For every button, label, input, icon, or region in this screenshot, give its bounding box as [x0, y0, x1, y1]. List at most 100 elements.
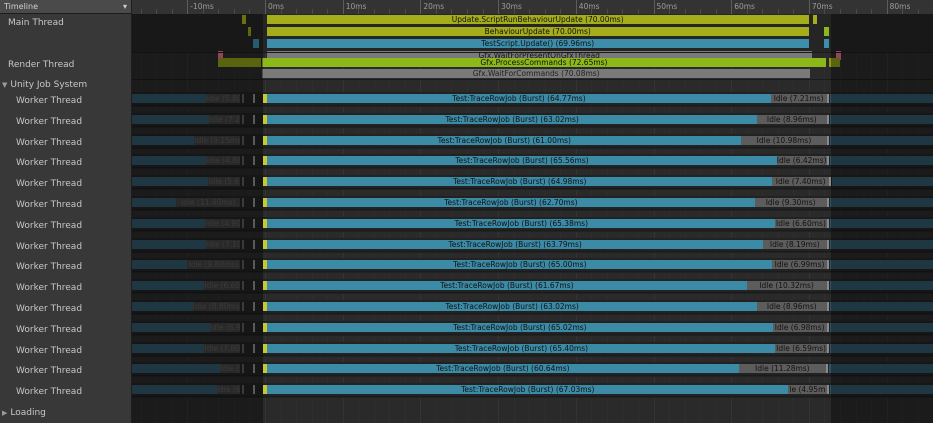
thread-label-worker[interactable]: Worker Thread [0, 346, 148, 356]
ruler-tick: 80ms [886, 0, 910, 14]
render-thread-sample[interactable]: Gfx.WaitForCommands (70.08ms) [261, 69, 811, 78]
idle-sample[interactable]: Idle (10.98ms) [741, 135, 827, 145]
job-sample-tracerowjob[interactable]: Test:TraceRowJob (Burst) (67.03ms) [267, 385, 789, 395]
ruler-tick: 30ms [498, 0, 522, 14]
timeline-sidebar: Timeline ▾ Main Thread Render Thread ▼ Unit… [0, 0, 132, 423]
ruler-tick-label: 70ms [811, 2, 833, 11]
job-sample-tracerowjob[interactable]: Test:TraceRowJob (Burst) (63.02ms) [267, 302, 757, 311]
collapse-triangle-icon[interactable]: ▶ [2, 409, 7, 417]
main-thread-sample[interactable]: TestScript.Update() (69.96ms) [266, 39, 809, 48]
job-sample-tracerowjob[interactable]: Test:TraceRowJob (Burst) (60.64ms) [267, 364, 739, 374]
job-sample-tracerowjob[interactable]: Test:TraceRowJob (Burst) (63.79ms) [267, 239, 763, 249]
group-unity-job-system[interactable]: ▼ Unity Job System [0, 80, 132, 90]
thread-label-worker[interactable]: Worker Thread [0, 138, 148, 148]
idle-sample[interactable]: Idle (10.32ms) [746, 281, 827, 291]
thread-label-render[interactable]: Render Thread [0, 60, 140, 70]
sample-marker[interactable] [812, 15, 817, 24]
sample-marker[interactable] [826, 281, 829, 291]
idle-sample[interactable]: Idle (6.59ms) [775, 343, 827, 353]
ruler-tick-label: 30ms [501, 2, 522, 11]
idle-sample[interactable]: Idle (6.42ms) [776, 156, 827, 166]
job-sample-tracerowjob[interactable]: Test:TraceRowJob (Burst) (61.00ms) [267, 135, 742, 145]
job-sample-tracerowjob[interactable]: Test:TraceRowJob (Burst) (64.77ms) [267, 94, 771, 103]
group-label: Unity Job System [10, 80, 88, 90]
job-sample-tracerowjob[interactable]: Test:TraceRowJob (Burst) (62.70ms) [267, 198, 755, 207]
time-ruler[interactable]: -10ms 0ms 10ms 20ms 30ms 40ms 50ms 60ms 70ms 80ms [132, 0, 933, 15]
ruler-tick-label: 40ms [578, 2, 600, 11]
sample-marker[interactable] [826, 218, 829, 228]
idle-sample[interactable]: Idle (6.99ms) [772, 260, 827, 270]
idle-sample[interactable]: Idle (7.21ms) [770, 94, 827, 103]
timeline-header-label: Timeline [4, 2, 39, 11]
idle-sample[interactable]: Idle (11.28ms) [738, 364, 827, 374]
thread-label-main[interactable]: Main Thread [0, 18, 140, 28]
sample-marker[interactable] [826, 364, 829, 374]
ruler-tick-label: 80ms [889, 2, 911, 11]
sample-marker[interactable] [826, 385, 829, 395]
idle-sample[interactable]: Idle (8.96ms) [756, 114, 827, 124]
ruler-tick-label: 10ms [345, 2, 367, 11]
sample-marker[interactable] [824, 39, 830, 48]
thread-label-worker[interactable]: Worker Thread [0, 262, 148, 272]
thread-label-worker[interactable]: Worker Thread [0, 117, 148, 127]
ruler-tick: 0ms [265, 0, 284, 14]
thread-label-worker[interactable]: Worker Thread [0, 304, 148, 314]
sample-marker[interactable] [826, 343, 829, 353]
sample-marker[interactable] [826, 302, 829, 311]
sample-marker[interactable] [826, 94, 829, 103]
main-thread-sample[interactable]: BehaviourUpdate (70.00ms) [266, 27, 809, 36]
thread-label-worker[interactable]: Worker Thread [0, 179, 148, 189]
sample-marker[interactable] [824, 27, 830, 36]
render-thread-sample[interactable]: Gfx.ProcessCommands (72.65ms) [261, 58, 826, 67]
idle-sample[interactable]: Idle (6.60ms) [775, 218, 827, 228]
thread-label-worker[interactable]: Worker Thread [0, 200, 148, 210]
ruler-tick: 70ms [808, 0, 833, 14]
thread-label-worker[interactable]: Worker Thread [0, 283, 148, 293]
ruler-tick: 50ms [653, 0, 677, 14]
group-loading[interactable]: ▶ Loading [0, 408, 132, 418]
ruler-tick: -10ms [187, 0, 214, 14]
ruler-tick-label: 0ms [268, 2, 284, 11]
thread-label-worker[interactable]: Worker Thread [0, 221, 148, 231]
sample-marker[interactable] [826, 114, 829, 124]
job-sample-tracerowjob[interactable]: Test:TraceRowJob (Burst) (65.38ms) [267, 218, 776, 228]
ruler-tick-label: 60ms [734, 2, 755, 11]
sample-marker[interactable] [826, 135, 829, 145]
thread-label-worker[interactable]: Worker Thread [0, 387, 148, 397]
thread-label-worker[interactable]: Worker Thread [0, 325, 148, 335]
thread-label-worker[interactable]: Worker Thread [0, 366, 148, 376]
sample-marker[interactable] [826, 198, 829, 207]
job-sample-tracerowjob[interactable]: Test:TraceRowJob (Burst) (65.02ms) [267, 322, 773, 332]
job-sample-tracerowjob[interactable]: Test:TraceRowJob (Burst) (65.00ms) [267, 260, 773, 270]
timeline-header[interactable]: Timeline ▾ [0, 0, 131, 14]
out-of-frame-shade [132, 14, 263, 423]
idle-sample[interactable]: Idle (9.30ms) [754, 198, 827, 207]
idle-sample[interactable]: Idle (8.19ms) [762, 239, 827, 249]
main-thread-sample[interactable]: Update.ScriptRunBehaviourUpdate (70.00ms… [266, 15, 809, 24]
sample-marker[interactable] [826, 239, 829, 249]
ruler-tick: 20ms [420, 0, 444, 14]
job-sample-tracerowjob[interactable]: Test:TraceRowJob (Burst) (64.98ms) [267, 177, 773, 187]
expand-triangle-icon[interactable]: ▼ [2, 81, 7, 89]
dropdown-arrow-icon[interactable]: ▾ [123, 2, 127, 11]
job-sample-tracerowjob[interactable]: Test:TraceRowJob (Burst) (63.02ms) [267, 114, 757, 124]
ruler-tick: 60ms [731, 0, 755, 14]
job-sample-tracerowjob[interactable]: Test:TraceRowJob (Burst) (65.40ms) [267, 343, 776, 353]
job-sample-tracerowjob[interactable]: Test:TraceRowJob (Burst) (61.67ms) [267, 281, 747, 291]
idle-sample[interactable]: Idle (8.96ms) [756, 302, 827, 311]
ruler-tick-label: 50ms [656, 2, 678, 11]
ruler-tick: 40ms [575, 0, 600, 14]
sample-marker[interactable] [826, 260, 829, 270]
idle-sample[interactable]: le (4.95m [788, 385, 827, 395]
thread-label-worker[interactable]: Worker Thread [0, 242, 148, 252]
sample-marker[interactable] [826, 156, 829, 166]
idle-sample[interactable]: Idle (7.40ms) [772, 177, 830, 187]
group-label: Loading [10, 408, 46, 418]
thread-label-worker[interactable]: Worker Thread [0, 158, 148, 168]
job-sample-tracerowjob[interactable]: Test:TraceRowJob (Burst) (65.56ms) [267, 156, 777, 166]
sample-marker[interactable] [826, 322, 829, 332]
ruler-tick-label: 20ms [423, 2, 445, 11]
idle-sample[interactable]: Idle (6.98ms) [772, 322, 827, 332]
timeline-view[interactable]: -10ms 0ms 10ms 20ms 30ms 40ms 50ms 60ms 70ms 80ms… [132, 0, 933, 423]
thread-label-worker[interactable]: Worker Thread [0, 96, 148, 106]
